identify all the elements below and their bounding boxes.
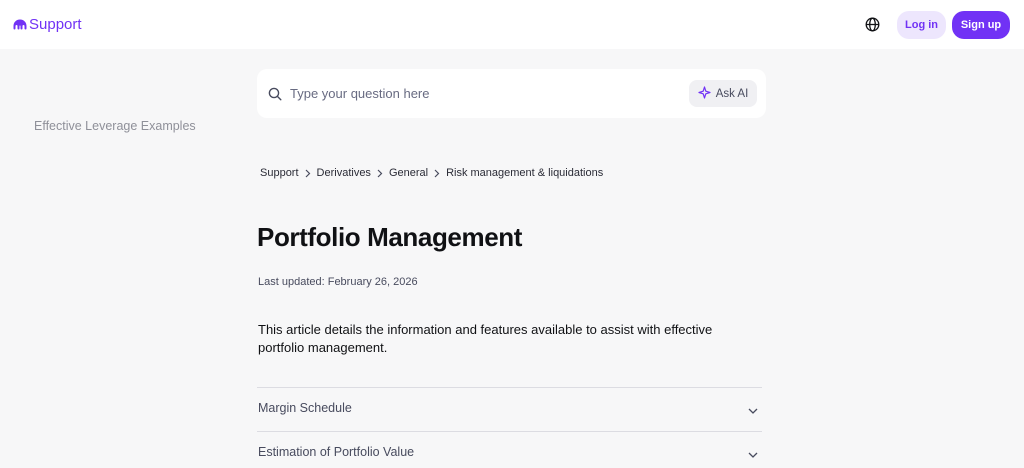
last-updated-text: Last updated: February 26, 2026 — [258, 276, 418, 288]
logo-text: Support — [29, 15, 82, 33]
accordion-label: Margin Schedule — [258, 401, 352, 415]
article-intro: This article details the information and… — [258, 322, 713, 355]
chevron-down-icon — [747, 404, 759, 416]
language-globe-icon[interactable] — [865, 17, 880, 32]
accordion-estimation-of-portfolio-value[interactable]: Estimation of Portfolio Value — [257, 431, 762, 468]
page-title: Portfolio Management — [257, 222, 523, 252]
search-input[interactable] — [290, 83, 670, 103]
chevron-right-icon — [377, 169, 383, 178]
breadcrumb-support[interactable]: Support — [260, 167, 299, 179]
breadcrumb-general[interactable]: General — [389, 167, 428, 179]
breadcrumb-risk-management[interactable]: Risk management & liquidations — [446, 167, 603, 179]
sidebar-item-effective-leverage-examples[interactable]: Effective Leverage Examples — [34, 119, 196, 133]
accordion-margin-schedule[interactable]: Margin Schedule — [257, 387, 762, 431]
chevron-down-icon — [747, 448, 759, 460]
chevron-right-icon — [434, 169, 440, 178]
brand-logo-icon — [13, 19, 27, 30]
signup-button[interactable]: Sign up — [952, 11, 1010, 39]
sparkle-icon — [698, 85, 711, 102]
search-bar: Ask AI — [257, 69, 766, 118]
breadcrumb: Support Derivatives General Risk managem… — [260, 166, 603, 180]
top-header: Support Log in Sign up — [0, 0, 1024, 49]
login-button[interactable]: Log in — [897, 11, 946, 39]
breadcrumb-derivatives[interactable]: Derivatives — [317, 167, 371, 179]
ask-ai-label: Ask AI — [715, 87, 749, 100]
ask-ai-button[interactable]: Ask AI — [689, 80, 757, 107]
accordion-label: Estimation of Portfolio Value — [258, 445, 415, 459]
search-icon — [268, 87, 282, 101]
chevron-right-icon — [305, 169, 311, 178]
support-logo-link[interactable]: Support — [13, 15, 82, 33]
